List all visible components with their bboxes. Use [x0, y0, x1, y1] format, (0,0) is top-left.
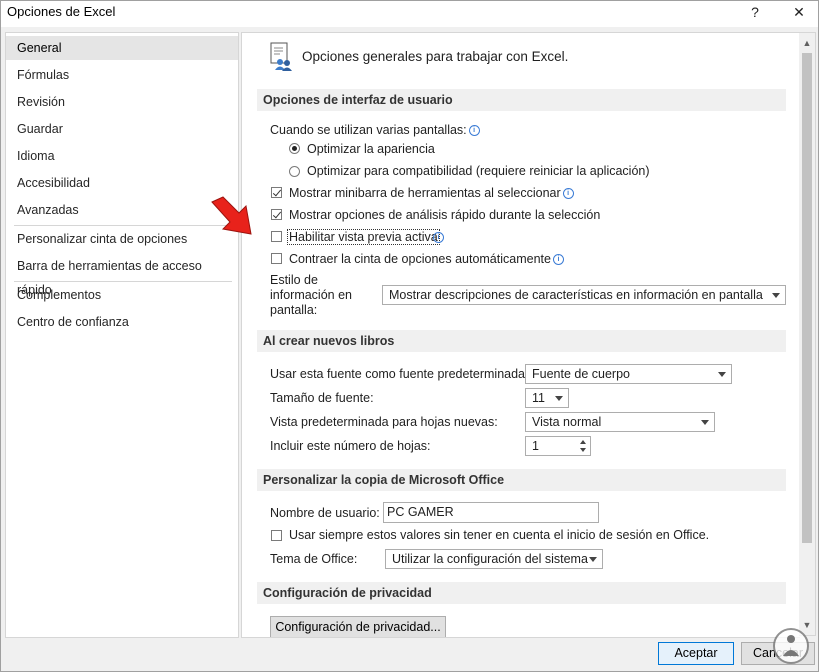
font-size-select[interactable]: 11 — [525, 388, 569, 408]
content-scrollbar[interactable]: ▲ ▼ — [799, 32, 816, 636]
collapse-ribbon-label-text: Contraer la cinta de opciones automática… — [289, 252, 551, 266]
sheet-count-value: 1 — [532, 439, 539, 453]
screentip-label-line3: pantalla: — [270, 303, 318, 317]
always-use-label[interactable]: Usar siempre estos valores sin tener en … — [289, 528, 709, 542]
sidebar-item-accesibilidad[interactable]: Accesibilidad — [6, 171, 238, 195]
info-icon: i — [562, 188, 574, 199]
general-options-icon — [268, 42, 294, 75]
screentip-style-value: Mostrar descripciones de características… — [389, 288, 763, 302]
section-header-privacy: Configuración de privacidad — [257, 582, 786, 604]
chevron-down-icon — [589, 557, 597, 562]
sidebar-item-formulas[interactable]: Fórmulas — [6, 63, 238, 87]
radio-optimize-compat-label[interactable]: Optimizar para compatibilidad (requiere … — [307, 164, 650, 178]
info-icon: i — [431, 230, 444, 244]
sidebar-item-guardar[interactable]: Guardar — [6, 117, 238, 141]
sidebar-item-idioma[interactable]: Idioma — [6, 144, 238, 168]
window-title: Opciones de Excel — [7, 4, 116, 19]
page-heading: Opciones generales para trabajar con Exc… — [302, 49, 569, 64]
screentip-style-select[interactable]: Mostrar descripciones de características… — [382, 285, 786, 305]
username-label: Nombre de usuario: — [270, 506, 380, 520]
font-size-label: Tamaño de fuente: — [270, 391, 374, 405]
checkbox-live-preview[interactable] — [271, 231, 282, 242]
collapse-ribbon-label[interactable]: Contraer la cinta de opciones automática… — [289, 252, 564, 266]
checkbox-quick-analysis[interactable] — [271, 209, 282, 220]
privacy-settings-button[interactable]: Configuración de privacidad... — [270, 616, 446, 637]
title-bar: Opciones de Excel ? ✕ — [1, 1, 818, 27]
multi-screen-label-text: Cuando se utilizan varias pantallas: — [270, 123, 467, 137]
scroll-thumb[interactable] — [802, 53, 812, 543]
main-content: Opciones generales para trabajar con Exc… — [241, 32, 800, 638]
ok-button[interactable]: Aceptar — [658, 642, 734, 665]
sidebar-item-quick-access[interactable]: Barra de herramientas de acceso rápido — [6, 254, 238, 297]
font-size-value: 11 — [532, 391, 545, 405]
sidebar: General Fórmulas Revisión Guardar Idioma… — [5, 32, 239, 638]
sidebar-divider — [14, 225, 232, 226]
sidebar-item-customize-ribbon[interactable]: Personalizar cinta de opciones — [6, 227, 238, 251]
chevron-down-icon — [701, 420, 709, 425]
sheet-count-label: Incluir este número de hojas: — [270, 439, 431, 453]
close-button[interactable]: ✕ — [782, 1, 816, 25]
live-preview-label-text: Habilitar vista previa activa — [289, 230, 438, 244]
chevron-down-icon — [772, 293, 780, 298]
minibar-label[interactable]: Mostrar minibarra de herramientas al sel… — [289, 186, 574, 200]
office-theme-select[interactable]: Utilizar la configuración del sistema — [385, 549, 603, 569]
sidebar-item-revision[interactable]: Revisión — [6, 90, 238, 114]
scroll-up-icon[interactable]: ▲ — [799, 35, 815, 51]
radio-optimize-compat[interactable] — [289, 166, 300, 177]
checkbox-collapse-ribbon[interactable] — [271, 253, 282, 264]
office-theme-label: Tema de Office: — [270, 552, 358, 566]
minibar-label-text: Mostrar minibarra de herramientas al sel… — [289, 186, 561, 200]
default-view-value: Vista normal — [532, 415, 602, 429]
username-input[interactable]: PC GAMER — [383, 502, 599, 523]
username-value: PC GAMER — [387, 505, 454, 519]
sidebar-item-trust-center[interactable]: Centro de confianza — [6, 310, 238, 334]
spin-up-icon[interactable] — [580, 440, 586, 444]
red-arrow-icon — [209, 196, 269, 241]
sidebar-divider — [14, 281, 232, 282]
default-font-value: Fuente de cuerpo — [532, 367, 630, 381]
sidebar-item-avanzadas[interactable]: Avanzadas — [6, 198, 238, 222]
live-preview-label[interactable]: Habilitar vista previa activa — [287, 229, 440, 245]
chevron-down-icon — [555, 396, 563, 401]
checkbox-minibar[interactable] — [271, 187, 282, 198]
default-view-label: Vista predeterminada para hojas nuevas: — [270, 415, 498, 429]
sheet-count-spinner[interactable]: 1 — [525, 436, 591, 456]
office-theme-value: Utilizar la configuración del sistema — [392, 552, 588, 566]
checkbox-always-use[interactable] — [271, 530, 282, 541]
screentip-label-line1: Estilo de — [270, 273, 318, 287]
dialog-window: Opciones de Excel ? ✕ General Fórmulas R… — [0, 0, 819, 672]
sidebar-item-general[interactable]: General — [6, 36, 238, 60]
screentip-label-line2: información en — [270, 288, 352, 302]
info-icon: i — [468, 125, 480, 136]
default-font-label: Usar esta fuente como fuente predetermin… — [270, 367, 529, 381]
section-header-office: Personalizar la copia de Microsoft Offic… — [257, 469, 786, 491]
chevron-down-icon — [718, 372, 726, 377]
info-icon: i — [552, 254, 564, 265]
multi-screen-label: Cuando se utilizan varias pantallas: i — [270, 123, 480, 137]
spin-down-icon[interactable] — [580, 448, 586, 452]
default-font-select[interactable]: Fuente de cuerpo — [525, 364, 732, 384]
radio-optimize-appearance[interactable] — [289, 143, 300, 154]
sidebar-item-complementos[interactable]: Complementos — [6, 283, 238, 307]
section-header-ui: Opciones de interfaz de usuario — [257, 89, 786, 111]
section-header-new-books: Al crear nuevos libros — [257, 330, 786, 352]
logo-icon — [771, 626, 811, 669]
quick-analysis-label[interactable]: Mostrar opciones de análisis rápido dura… — [289, 208, 600, 222]
screentip-label: Estilo de información en pantalla: — [270, 273, 352, 318]
help-button[interactable]: ? — [738, 1, 772, 25]
radio-optimize-appearance-label[interactable]: Optimizar la apariencia — [307, 142, 435, 156]
default-view-select[interactable]: Vista normal — [525, 412, 715, 432]
